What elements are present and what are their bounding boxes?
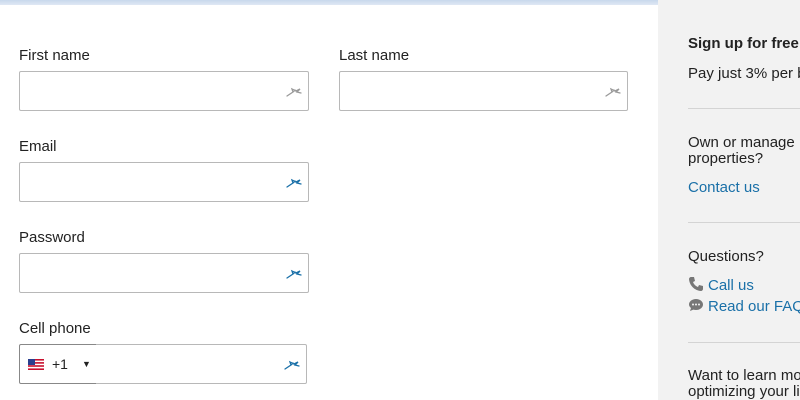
country-code-select[interactable]: +1 ▼ (19, 344, 97, 384)
own-manage-text: Own or manage (688, 134, 795, 151)
autofill-icon (286, 87, 302, 97)
call-us-link[interactable]: Call us (708, 278, 754, 294)
phone-icon (689, 277, 703, 291)
own-manage-text-2: properties? (688, 150, 764, 167)
cell-phone-field: +1 ▼ (19, 344, 307, 384)
autofill-icon (284, 360, 300, 370)
signup-text: Pay just 3% per b (688, 65, 800, 82)
learn-more-text: Want to learn mo (688, 367, 800, 384)
first-name-input[interactable] (19, 71, 309, 111)
sidebar: Sign up for free Pay just 3% per b Own o… (658, 0, 800, 400)
divider (688, 222, 800, 223)
chevron-down-icon: ▼ (81, 359, 91, 369)
password-label: Password (19, 229, 85, 246)
divider (688, 108, 800, 109)
country-code-value: +1 (52, 356, 68, 372)
chat-bubble-icon (689, 299, 703, 311)
divider (688, 342, 800, 343)
autofill-icon (286, 178, 302, 188)
first-name-label: First name (19, 47, 90, 64)
signup-form: First name Last name Email Password Cell… (0, 0, 658, 400)
email-label: Email (19, 138, 57, 155)
email-input[interactable] (19, 162, 309, 202)
cell-phone-label: Cell phone (19, 320, 91, 337)
faq-link[interactable]: Read our FAQ (708, 299, 800, 315)
questions-label: Questions? (688, 248, 764, 265)
password-input[interactable] (19, 253, 309, 293)
contact-us-link[interactable]: Contact us (688, 180, 760, 196)
last-name-label: Last name (339, 47, 410, 64)
last-name-input[interactable] (339, 71, 628, 111)
cell-phone-input[interactable] (96, 344, 307, 384)
autofill-icon (605, 87, 621, 97)
signup-title: Sign up for free (688, 35, 799, 52)
learn-more-text-2: optimizing your li (688, 383, 800, 400)
us-flag-icon (28, 358, 44, 370)
autofill-icon (286, 269, 302, 279)
